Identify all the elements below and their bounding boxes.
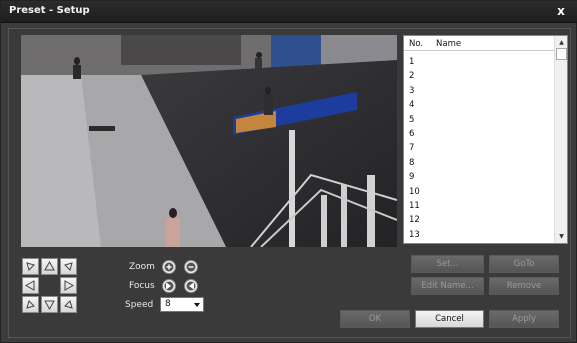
pan-left-button[interactable] (22, 277, 39, 294)
list-item[interactable]: 13 (404, 228, 555, 242)
preset-list-header: No. Name (404, 36, 555, 51)
cancel-button[interactable]: Cancel (415, 310, 484, 328)
list-item[interactable]: 9 (404, 170, 555, 184)
pan-up-right-button[interactable] (60, 258, 77, 275)
pan-up-left-button[interactable] (22, 258, 39, 275)
title-bar[interactable]: Preset - Setup x (1, 1, 577, 23)
scroll-thumb[interactable] (556, 48, 567, 60)
list-item[interactable]: 8 (404, 156, 555, 170)
speed-select[interactable]: 8 (160, 297, 204, 312)
zoom-out-icon (186, 262, 196, 272)
preset-setup-dialog: Preset - Setup x No. Name 1 2 3 4 5 6 7 … (0, 0, 577, 343)
zoom-in-button[interactable] (162, 260, 176, 274)
arrow-down-icon (44, 300, 55, 311)
tilt-down-button[interactable] (41, 296, 58, 313)
column-header-name[interactable]: Name (436, 39, 461, 49)
focus-far-icon (186, 281, 196, 291)
focus-near-icon (164, 281, 174, 291)
goto-preset-button[interactable]: GoTo (489, 255, 559, 273)
arrow-right-icon (64, 280, 75, 291)
list-item[interactable]: 5 (404, 113, 555, 127)
ptz-direction-pad (22, 258, 79, 315)
pan-down-left-button[interactable] (22, 296, 39, 313)
pan-down-right-button[interactable] (60, 296, 77, 313)
apply-button[interactable]: Apply (489, 310, 559, 328)
speed-value: 8 (165, 299, 171, 309)
list-item[interactable]: 4 (404, 98, 555, 112)
edit-name-button[interactable]: Edit Name... (411, 277, 484, 295)
preset-list-scrollbar[interactable]: ▲ ▼ (554, 36, 567, 243)
arrow-up-icon (44, 260, 55, 271)
chevron-down-icon (194, 303, 200, 307)
list-item[interactable]: 7 (404, 141, 555, 155)
arrow-down-right-icon (64, 300, 73, 309)
list-item[interactable]: 2 (404, 69, 555, 83)
zoom-label: Zoom (129, 262, 155, 272)
video-frame (21, 35, 397, 247)
camera-video-preview[interactable] (21, 35, 397, 247)
list-item[interactable]: 3 (404, 84, 555, 98)
close-icon[interactable]: x (554, 4, 568, 18)
ok-button[interactable]: OK (340, 310, 410, 328)
focus-label: Focus (129, 281, 155, 291)
zoom-out-button[interactable] (184, 260, 198, 274)
set-preset-button[interactable]: Set... (411, 255, 484, 273)
focus-far-button[interactable] (184, 279, 198, 293)
arrow-down-left-icon (26, 300, 35, 309)
list-item[interactable]: 10 (404, 185, 555, 199)
list-item[interactable]: 11 (404, 199, 555, 213)
focus-near-button[interactable] (162, 279, 176, 293)
scroll-up-icon[interactable]: ▲ (556, 37, 567, 48)
arrow-up-left-icon (26, 262, 35, 271)
scroll-down-icon[interactable]: ▼ (556, 231, 567, 242)
list-item[interactable]: 6 (404, 127, 555, 141)
preset-rows: 1 2 3 4 5 6 7 8 9 10 11 12 13 14 (404, 55, 555, 243)
arrow-up-right-icon (64, 262, 73, 271)
arrow-left-icon (24, 280, 35, 291)
list-item[interactable]: 12 (404, 213, 555, 227)
speed-label: Speed (125, 300, 154, 310)
column-header-no[interactable]: No. (409, 39, 423, 49)
tilt-up-button[interactable] (41, 258, 58, 275)
preset-list[interactable]: No. Name 1 2 3 4 5 6 7 8 9 10 11 12 13 1… (403, 35, 568, 244)
window-title: Preset - Setup (9, 5, 90, 16)
list-item[interactable]: 1 (404, 55, 555, 69)
pan-right-button[interactable] (60, 277, 77, 294)
zoom-in-icon (164, 262, 174, 272)
remove-preset-button[interactable]: Remove (489, 277, 559, 295)
list-item[interactable]: 14 (404, 242, 555, 243)
